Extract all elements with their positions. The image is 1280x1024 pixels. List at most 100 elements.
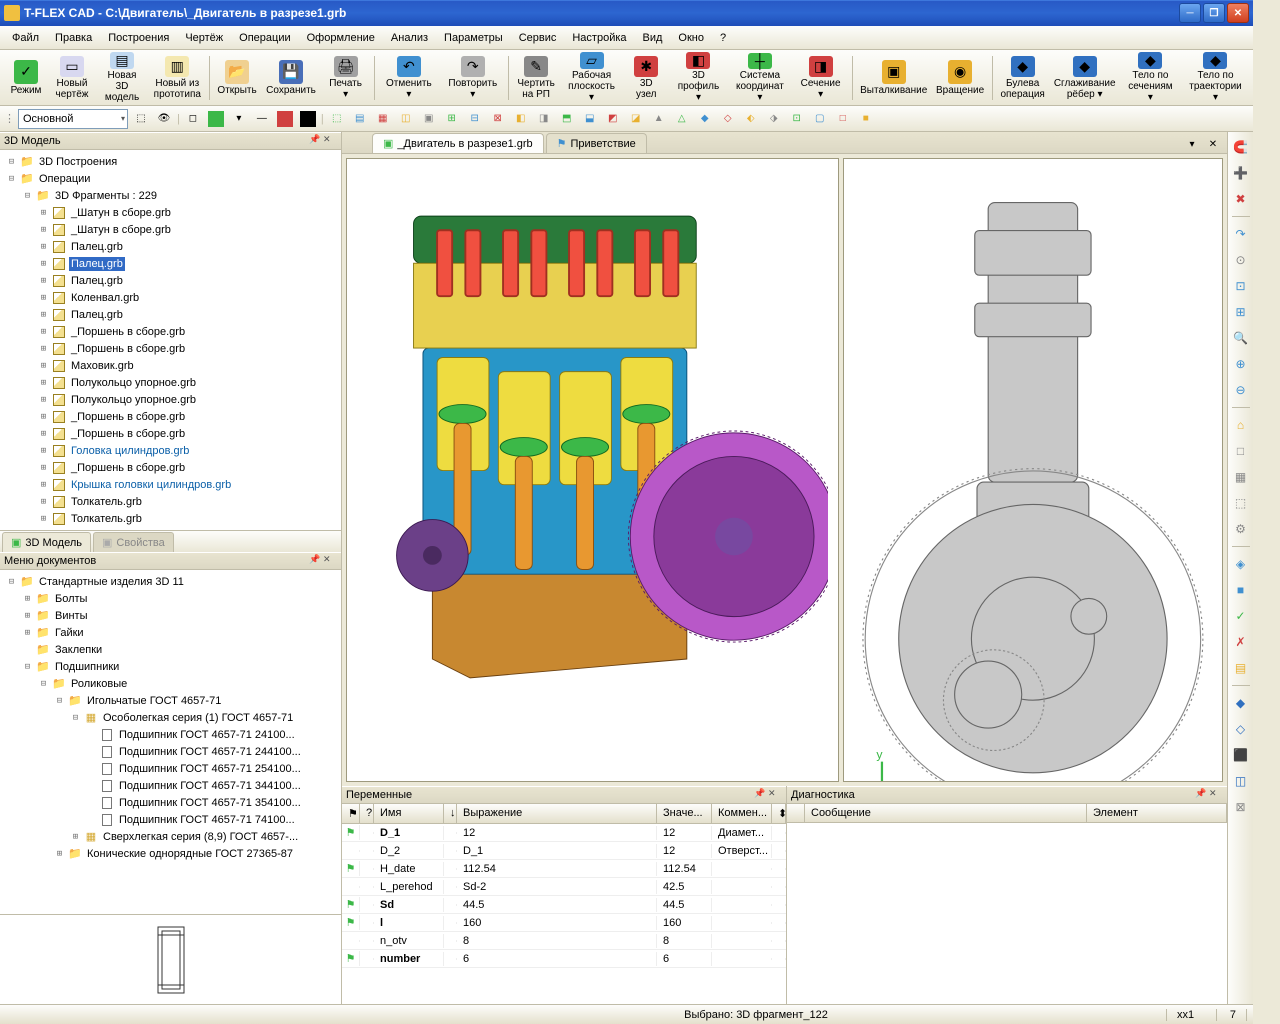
tool-Вращение[interactable]: ◉Вращение [932, 53, 987, 103]
tree-row[interactable]: Подшипник ГОСТ 4657-71 74100... [2, 811, 339, 828]
panel-close-icon[interactable]: ✕ [768, 788, 782, 802]
tree-row[interactable]: ⊞Маховик.grb [2, 357, 339, 374]
tree-row[interactable]: ⊟▦Особолегкая серия (1) ГОСТ 4657-71 [2, 709, 339, 726]
layer-cfg-icon[interactable]: ⬚ [131, 109, 151, 129]
tree-row[interactable]: ⊞Толкатель.grb [2, 493, 339, 510]
sec-tool-23[interactable]: ■ [856, 109, 876, 129]
tree-row[interactable]: ⊞📁Болты [2, 590, 339, 607]
menu-8[interactable]: Сервис [511, 29, 565, 47]
menu-7[interactable]: Параметры [436, 29, 511, 47]
tree-tab[interactable]: ▣Свойства [93, 532, 174, 552]
tree-row[interactable]: ⊞📁Винты [2, 607, 339, 624]
tree-row[interactable]: ⊞📁Гайки [2, 624, 339, 641]
tab-close-icon[interactable]: ✕ [1203, 134, 1223, 154]
expand-icon[interactable]: ⊟ [54, 696, 65, 706]
tree-row[interactable]: ⊞_Поршень в сборе.grb [2, 323, 339, 340]
swatch-red[interactable] [275, 109, 295, 129]
maximize-button[interactable]: ❐ [1203, 3, 1225, 23]
variable-row[interactable]: ⚑Sd44.544.5 [342, 896, 786, 914]
right-tool-6[interactable]: ⊞ [1230, 301, 1252, 323]
expand-icon[interactable]: ⊞ [70, 832, 81, 842]
tree-row[interactable]: ⊞Полукольцо упорное.grb [2, 391, 339, 408]
tool-3D[interactable]: ◧3Dпрофиль ▾ [670, 53, 726, 103]
bold-btn[interactable]: ◻ [183, 109, 203, 129]
menu-0[interactable]: Файл [4, 29, 47, 47]
tree-row[interactable]: ⊞Полукольцо упорное.grb [2, 374, 339, 391]
variables-grid[interactable]: ⚑ ? Имя ↓ Выражение Значе... Коммен... ⬍… [342, 804, 786, 1004]
right-tool-12[interactable]: ▦ [1230, 466, 1252, 488]
right-tool-11[interactable]: □ [1230, 440, 1252, 462]
right-tool-14[interactable]: ⚙ [1230, 518, 1252, 540]
variable-row[interactable]: n_otv88 [342, 932, 786, 950]
right-tool-8[interactable]: ⊕ [1230, 353, 1252, 375]
tree-row[interactable]: ⊞Палец.grb [2, 238, 339, 255]
right-tool-15[interactable]: ◈ [1230, 553, 1252, 575]
menu-9[interactable]: Настройка [564, 29, 634, 47]
tree-row[interactable]: ⊟📁Операции [2, 170, 339, 187]
sec-tool-22[interactable]: □ [833, 109, 853, 129]
expand-icon[interactable]: ⊟ [70, 713, 81, 723]
sec-tool-11[interactable]: ⬓ [580, 109, 600, 129]
expand-icon[interactable]: ⊞ [38, 480, 49, 490]
swatch-1[interactable] [206, 109, 226, 129]
tree-tab[interactable]: ▣3D Модель [2, 532, 91, 552]
tool-Повторить ▾[interactable]: ↷Повторить ▾ [441, 53, 504, 103]
document-tab[interactable]: ▣_Двигатель в разрезе1.grb [372, 133, 544, 153]
sec-tool-7[interactable]: ⊠ [488, 109, 508, 129]
sec-tool-19[interactable]: ⬗ [764, 109, 784, 129]
tree-row[interactable]: Подшипник ГОСТ 4657-71 254100... [2, 760, 339, 777]
variable-row[interactable]: ⚑l160160 [342, 914, 786, 932]
right-tool-22[interactable]: ⬛ [1230, 744, 1252, 766]
menu-5[interactable]: Оформление [299, 29, 383, 47]
right-tool-3[interactable]: ↷ [1230, 223, 1252, 245]
tree-row[interactable]: ⊟📁Подшипники [2, 658, 339, 675]
library-tree[interactable]: ⊟📁Стандартные изделия 3D 11⊞📁Болты⊞📁Винт… [0, 570, 341, 914]
sec-tool-13[interactable]: ◪ [626, 109, 646, 129]
tree-row[interactable]: ⊞_Шатун в сборе.grb [2, 204, 339, 221]
expand-icon[interactable]: ⊞ [22, 611, 33, 621]
sec-tool-6[interactable]: ⊟ [465, 109, 485, 129]
tree-row[interactable]: ⊞📁Конические однорядные ГОСТ 27365-87 [2, 845, 339, 862]
line-style-1[interactable]: — [252, 109, 272, 129]
tree-row[interactable]: Подшипник ГОСТ 4657-71 354100... [2, 794, 339, 811]
tool-Открыть[interactable]: 📂Открыть [214, 53, 261, 103]
menu-1[interactable]: Правка [47, 29, 100, 47]
swatch-dd[interactable]: ▾ [229, 109, 249, 129]
variable-row[interactable]: ⚑number66 [342, 950, 786, 968]
viewport-3d-color[interactable] [346, 158, 839, 782]
sec-tool-2[interactable]: ▦ [373, 109, 393, 129]
tool-Чертить[interactable]: ✎Чертитьна РП [513, 53, 558, 103]
tree-row[interactable]: ⊞_Поршень в сборе.grb [2, 408, 339, 425]
minimize-button[interactable]: ─ [1179, 3, 1201, 23]
sec-tool-20[interactable]: ⊡ [787, 109, 807, 129]
expand-icon[interactable]: ⊟ [38, 679, 49, 689]
tree-row[interactable]: ⊞_Поршень в сборе.grb [2, 425, 339, 442]
panel-close-icon[interactable]: ✕ [323, 134, 337, 148]
panel-close-icon[interactable]: ✕ [1209, 788, 1223, 802]
expand-icon[interactable]: ⊟ [6, 577, 17, 587]
expand-icon[interactable]: ⊞ [54, 849, 65, 859]
expand-icon[interactable]: ⊞ [38, 395, 49, 405]
tree-row[interactable]: Подшипник ГОСТ 4657-71 344100... [2, 777, 339, 794]
tool-Новая 3D[interactable]: ▤Новая 3Dмодель [96, 53, 148, 103]
right-tool-24[interactable]: ⊠ [1230, 796, 1252, 818]
expand-icon[interactable]: ⊞ [38, 276, 49, 286]
expand-icon[interactable]: ⊞ [22, 594, 33, 604]
tree-row[interactable]: Подшипник ГОСТ 4657-71 24100... [2, 726, 339, 743]
tool-Рабочая[interactable]: ▱Рабочаяплоскость ▾ [561, 53, 622, 103]
right-tool-17[interactable]: ✓ [1230, 605, 1252, 627]
tree-row[interactable]: ⊟📁Игольчатые ГОСТ 4657-71 [2, 692, 339, 709]
right-tool-16[interactable]: ■ [1230, 579, 1252, 601]
tool-Булева[interactable]: ◆Булеваоперация [997, 53, 1049, 103]
tool-Режим[interactable]: ✓Режим [4, 53, 48, 103]
tree-row[interactable]: ⊟📁3D Фрагменты : 229 [2, 187, 339, 204]
model-tree[interactable]: ⊟📁3D Построения⊟📁Операции⊟📁3D Фрагменты … [0, 150, 341, 530]
expand-icon[interactable]: ⊞ [38, 310, 49, 320]
right-tool-21[interactable]: ◇ [1230, 718, 1252, 740]
menu-11[interactable]: Окно [670, 29, 712, 47]
right-tool-4[interactable]: ⊙ [1230, 249, 1252, 271]
tree-row[interactable]: ⊞_Поршень в сборе.grb [2, 340, 339, 357]
sec-tool-1[interactable]: ▤ [350, 109, 370, 129]
expand-icon[interactable]: ⊞ [38, 361, 49, 371]
tool-Печать ▾[interactable]: 🖨Печать ▾ [321, 53, 369, 103]
